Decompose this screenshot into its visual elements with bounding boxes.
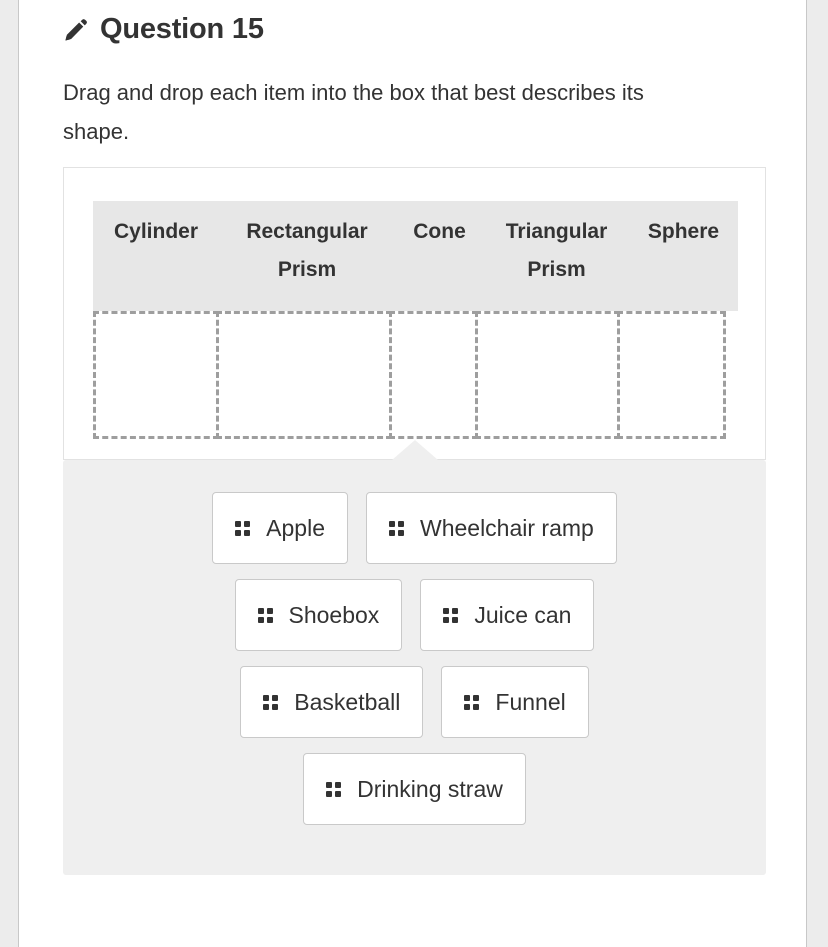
draggable-item-label: Wheelchair ramp	[419, 514, 594, 541]
draggable-item-drinking-straw[interactable]: Drinking straw	[303, 753, 526, 825]
item-bank-row: Shoebox Juice can	[63, 579, 766, 651]
draggable-item-label: Drinking straw	[357, 775, 503, 802]
draggable-item-funnel[interactable]: Funnel	[441, 666, 589, 738]
item-bank-row: Drinking straw	[63, 753, 766, 825]
draggable-item-label: Funnel	[495, 688, 566, 715]
bank-pointer-triangle	[391, 440, 438, 460]
category-header-triangular-prism: Triangular Prism	[505, 220, 608, 281]
drag-handle-icon[interactable]	[257, 607, 273, 623]
drop-zone-row	[93, 311, 738, 439]
page-title: Question 15	[100, 13, 264, 45]
drag-handle-icon[interactable]	[326, 781, 342, 797]
drag-handle-icon[interactable]	[464, 694, 480, 710]
page-gutter-right	[806, 0, 828, 947]
drop-zone-cone[interactable]	[389, 311, 478, 439]
draggable-item-basketball[interactable]: Basketball	[240, 666, 424, 738]
item-bank-row: Basketball Funnel	[63, 666, 766, 738]
drop-zone-rectangular-prism[interactable]	[216, 311, 392, 439]
category-header-cone: Cone	[413, 220, 466, 243]
question-content: Question 15 Drag and drop each item into…	[20, 0, 806, 947]
draggable-item-label: Basketball	[294, 688, 401, 715]
category-header-sphere: Sphere	[647, 220, 720, 243]
draggable-item-label: Juice can	[474, 601, 572, 628]
draggable-item-juice-can[interactable]: Juice can	[420, 579, 595, 651]
drag-handle-icon[interactable]	[443, 607, 459, 623]
draggable-item-shoebox[interactable]: Shoebox	[234, 579, 403, 651]
item-bank: Apple Wheelchair ramp Shoebox Juice can	[63, 440, 766, 875]
drag-handle-icon[interactable]	[388, 520, 404, 536]
drop-area-card: Cylinder Rectangular Prism Cone Triangul…	[63, 167, 766, 460]
draggable-item-label: Shoebox	[288, 601, 380, 628]
drop-zone-triangular-prism[interactable]	[475, 311, 620, 439]
category-header-row: Cylinder Rectangular Prism Cone Triangul…	[93, 201, 738, 311]
draggable-item-label: Apple	[266, 514, 325, 541]
item-bank-rows: Apple Wheelchair ramp Shoebox Juice can	[63, 492, 766, 840]
draggable-item-wheelchair-ramp[interactable]: Wheelchair ramp	[365, 492, 617, 564]
drag-handle-icon[interactable]	[263, 694, 279, 710]
drop-zone-sphere[interactable]	[617, 311, 726, 439]
category-header-cylinder: Cylinder	[113, 220, 199, 243]
draggable-item-apple[interactable]: Apple	[212, 492, 348, 564]
page-gutter-left	[0, 0, 19, 947]
drop-table: Cylinder Rectangular Prism Cone Triangul…	[93, 201, 738, 439]
question-prompt: Drag and drop each item into the box tha…	[63, 80, 644, 144]
question-header: Question 15	[63, 13, 264, 46]
drop-zone-cylinder[interactable]	[93, 311, 219, 439]
category-header-rectangular-prism: Rectangular Prism	[246, 220, 368, 281]
drag-handle-icon[interactable]	[235, 520, 251, 536]
pencil-icon	[65, 18, 87, 41]
item-bank-row: Apple Wheelchair ramp	[63, 492, 766, 564]
